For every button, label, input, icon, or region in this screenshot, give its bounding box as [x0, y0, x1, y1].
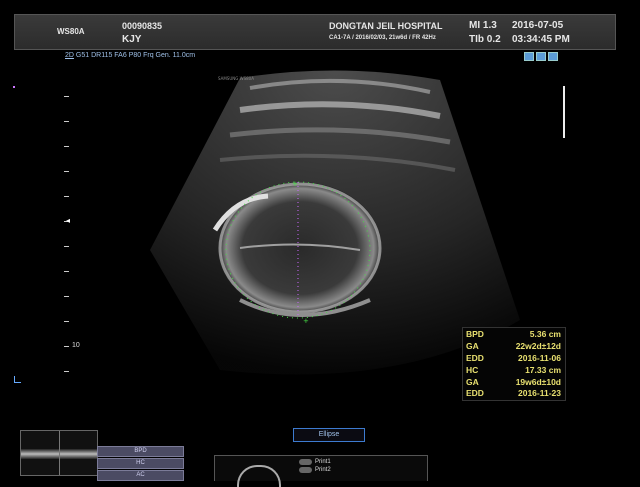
measurement-value: 17.33 cm	[525, 365, 561, 375]
cine-thumbnail[interactable]	[20, 430, 98, 476]
measurement-value: 2016-11-23	[517, 388, 561, 398]
focus-marker-icon[interactable]: ◂	[66, 216, 70, 225]
measure-item-ac[interactable]: AC	[97, 470, 184, 481]
depth-tick	[64, 346, 69, 347]
depth-tick	[64, 271, 69, 272]
measurement-label: EDD	[466, 388, 484, 398]
measurement-label: BPD	[466, 329, 484, 339]
measurement-row: GA 22w2d±12d	[463, 341, 565, 353]
measurement-value: 22w2d±12d	[515, 341, 561, 351]
depth-tick	[64, 196, 69, 197]
measurement-value: 5.36 cm	[529, 329, 561, 339]
caliper-marker: +	[303, 317, 309, 325]
print-panel: Print1 Print2	[214, 455, 428, 487]
thumbnail-divider	[59, 431, 60, 475]
ultrasound-image[interactable]: + + SAMSUNG WS80A	[0, 0, 640, 480]
caliper-marker: +	[292, 180, 298, 188]
measurement-value: 2016-11-06	[517, 353, 561, 363]
measurement-value: 19w6d±10d	[515, 377, 561, 387]
measurement-label: EDD	[466, 353, 484, 363]
print1-label: Print1	[315, 459, 331, 465]
probe-icon	[237, 465, 281, 487]
image-watermark: SAMSUNG WS80A	[218, 76, 254, 81]
print2-key-icon	[299, 467, 312, 473]
ellipse-tool-button[interactable]: Ellipse	[293, 428, 365, 442]
depth-tick	[64, 371, 69, 372]
depth-tick	[64, 246, 69, 247]
measurement-label: GA	[466, 341, 479, 351]
measure-item-bpd[interactable]: BPD	[97, 446, 184, 457]
measure-item-hc[interactable]: HC	[97, 458, 184, 469]
measurement-label: GA	[466, 377, 479, 387]
depth-scale	[64, 96, 70, 376]
measurement-row: EDD 2016-11-06	[463, 353, 565, 365]
print2-label: Print2	[315, 467, 331, 473]
measurement-label: HC	[466, 365, 479, 375]
depth-tick	[64, 171, 69, 172]
print1-button[interactable]: Print1	[299, 459, 331, 465]
depth-tick	[64, 146, 69, 147]
depth-tick	[64, 121, 69, 122]
measurement-results: BPD 5.36 cm GA 22w2d±12d EDD 2016-11-06 HC 1…	[462, 327, 566, 401]
print1-key-icon	[299, 459, 312, 465]
depth-tick	[64, 321, 69, 322]
depth-tick	[64, 296, 69, 297]
measurement-row: EDD 2016-11-23	[463, 388, 565, 400]
measure-menu: BPD HC AC	[97, 446, 184, 482]
print2-button[interactable]: Print2	[299, 467, 331, 473]
measurement-row: HC 17.33 cm	[463, 365, 565, 377]
measurement-row: BPD 5.36 cm	[463, 329, 565, 341]
depth-label: 10	[72, 342, 80, 349]
orientation-marker-icon	[14, 376, 21, 383]
depth-tick	[64, 96, 69, 97]
